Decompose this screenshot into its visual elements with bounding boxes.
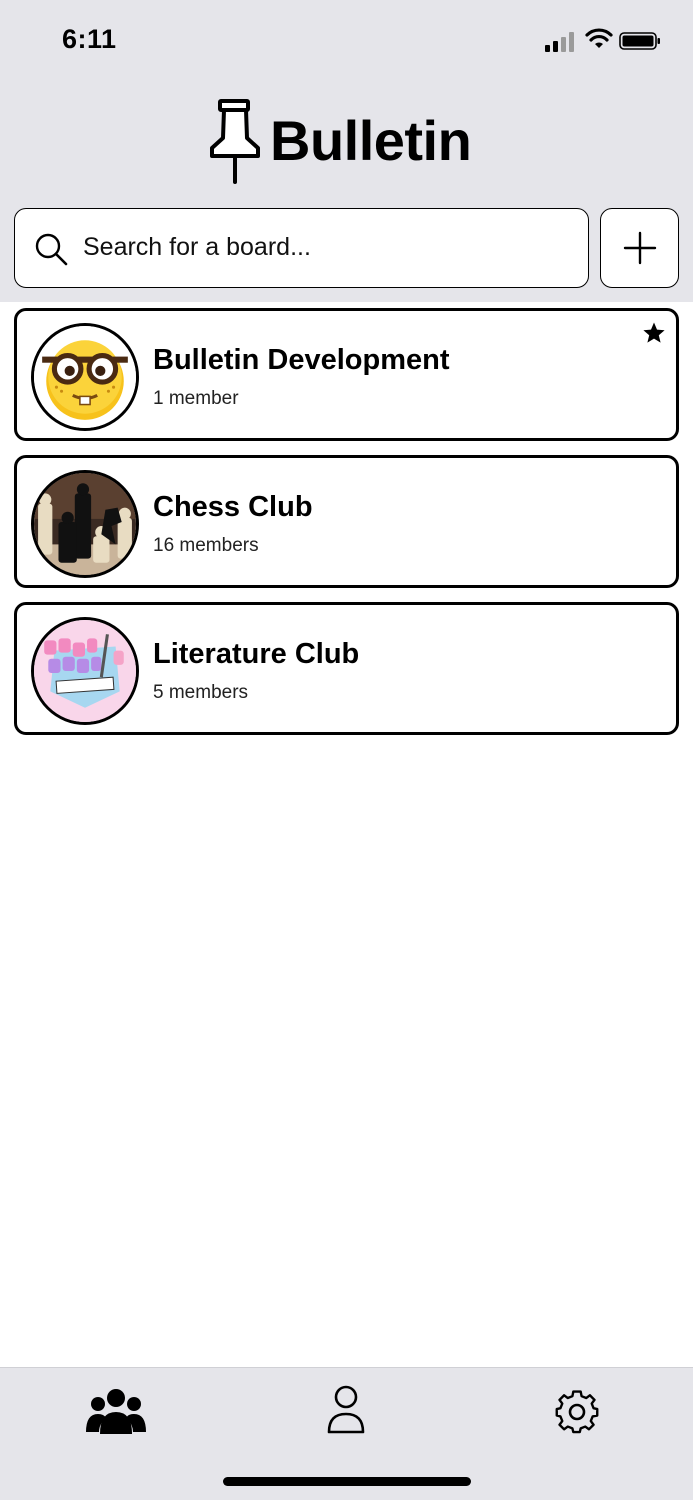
person-icon — [327, 1385, 365, 1434]
board-member-count: 16 members — [153, 535, 259, 556]
tab-profile[interactable] — [316, 1384, 376, 1436]
home-indicator — [223, 1477, 471, 1486]
app-title: Bulletin — [270, 109, 472, 172]
nerd-face-emoji-image — [34, 326, 136, 428]
chess-pieces-photo — [34, 473, 136, 575]
board-name: Chess Club — [153, 491, 313, 523]
search-input[interactable] — [83, 209, 573, 286]
board-avatar — [31, 617, 139, 725]
status-time: 6:11 — [62, 24, 117, 54]
pushpin-icon — [210, 99, 260, 184]
board-name: Bulletin Development — [153, 344, 450, 376]
cellular-signal-icon — [545, 32, 574, 52]
add-board-button[interactable] — [600, 208, 679, 288]
wifi-icon — [585, 28, 613, 48]
app-logo: Bulletin — [206, 98, 496, 184]
app-screen: 6:11 Bulletin Search for a board... Bull… — [0, 0, 693, 1500]
search-bar[interactable] — [14, 208, 589, 288]
plus-icon — [623, 231, 657, 265]
settings-gear-icon — [555, 1390, 599, 1434]
status-icons — [545, 28, 665, 56]
doki-doki-literature-club-logo — [34, 620, 136, 722]
battery-icon — [619, 32, 660, 50]
board-avatar — [31, 323, 139, 431]
star-icon[interactable] — [642, 321, 666, 345]
board-member-count: 5 members — [153, 682, 249, 703]
header: 6:11 Bulletin Search for a board... — [0, 0, 693, 302]
board-name: Literature Club — [153, 638, 360, 670]
group-icon — [86, 1389, 146, 1434]
tab-boards[interactable] — [86, 1384, 146, 1436]
board-card[interactable]: Bulletin Development 1 member — [14, 308, 679, 441]
board-member-count: 1 member — [153, 388, 239, 409]
search-icon — [35, 233, 68, 266]
tab-settings[interactable] — [547, 1384, 607, 1436]
board-avatar — [31, 470, 139, 578]
board-card[interactable]: Literature Club 5 members — [14, 602, 679, 735]
board-card[interactable]: Chess Club 16 members — [14, 455, 679, 588]
